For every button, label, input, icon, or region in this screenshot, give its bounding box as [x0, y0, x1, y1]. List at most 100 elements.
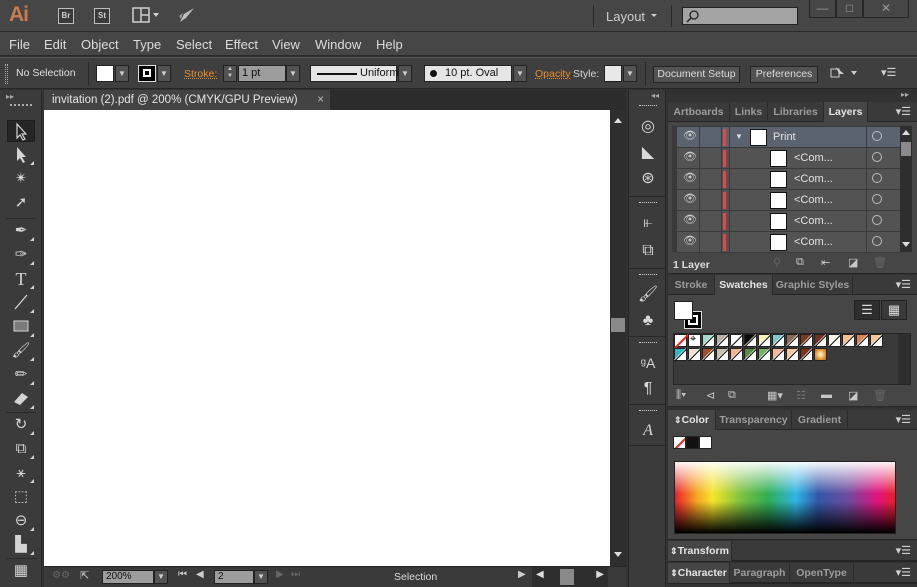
type-tool[interactable]: T — [7, 268, 35, 290]
layer-name[interactable]: <Com... — [794, 173, 833, 185]
magic-wand-tool[interactable]: ✴ — [7, 168, 35, 190]
menu-window[interactable]: Window — [315, 37, 361, 52]
scroll-left-arrow[interactable]: ◀ — [536, 569, 544, 580]
artboard-number-input[interactable]: 2 — [214, 570, 254, 584]
last-artboard-button[interactable]: ⏭ — [291, 569, 300, 580]
swatch[interactable] — [758, 334, 771, 347]
menu-view[interactable]: View — [272, 37, 300, 52]
tab-libraries[interactable]: Libraries — [768, 102, 824, 122]
scroll-thumb[interactable] — [611, 318, 625, 332]
stroke-color-swatch[interactable] — [138, 65, 156, 82]
selection-tool[interactable] — [7, 120, 35, 142]
pathfinder-icon[interactable]: ⧉ — [637, 240, 659, 262]
list-view-button[interactable]: ☰ — [854, 300, 880, 320]
swatch[interactable] — [744, 334, 757, 347]
lasso-tool[interactable]: ➚ — [7, 192, 35, 214]
preferences-button[interactable]: Preferences — [750, 66, 818, 83]
artboard-dropdown[interactable]: ▼ — [254, 570, 268, 584]
swatch[interactable] — [800, 348, 813, 361]
layer-name[interactable]: Print — [773, 131, 796, 143]
document-tab[interactable]: invitation (2).pdf @ 200% (CMYK/GPU Prev… — [44, 90, 330, 110]
tab-gradient[interactable]: Gradient — [792, 410, 848, 430]
swatch[interactable] — [786, 348, 799, 361]
swatch[interactable] — [674, 348, 687, 361]
color-panel-menu-icon[interactable]: ▾☰ — [896, 413, 911, 426]
swatch[interactable] — [856, 334, 869, 347]
swatch[interactable] — [758, 348, 771, 361]
show-swatch-kinds-icon[interactable]: ⊲ — [706, 389, 715, 402]
swatches-scrollbar[interactable] — [898, 334, 910, 384]
swatch[interactable] — [730, 334, 743, 347]
new-color-group-icon[interactable]: ▬ — [821, 389, 832, 401]
swatch[interactable] — [730, 348, 743, 361]
free-transform-tool[interactable]: ⬚ — [7, 486, 35, 508]
swatch[interactable] — [716, 334, 729, 347]
swatch[interactable] — [814, 334, 827, 347]
layers-scrollbar[interactable] — [900, 126, 912, 252]
edit-color-group-icon[interactable]: ☷ — [796, 389, 806, 402]
swatch-registration[interactable]: ⌖ — [688, 333, 701, 347]
clipping-mask-icon[interactable]: ⧉ — [796, 256, 804, 269]
delete-swatch-icon[interactable]: 🗑 — [873, 389, 887, 402]
status-menu-arrow[interactable]: ▶ — [518, 569, 526, 580]
line-tool[interactable] — [7, 292, 35, 314]
minimize-button[interactable]: — — [809, 0, 836, 18]
zoom-dropdown[interactable]: ▼ — [154, 570, 168, 584]
pen-tool[interactable]: ✒ — [7, 220, 35, 242]
tab-links[interactable]: Links — [730, 102, 768, 122]
swatch[interactable] — [842, 334, 855, 347]
scale-tool[interactable]: ⧉ — [7, 438, 35, 460]
swatch[interactable] — [828, 334, 841, 347]
menu-effect[interactable]: Effect — [225, 37, 258, 52]
swatch[interactable] — [744, 348, 757, 361]
puppet-warp-tool[interactable]: ⚹ — [7, 462, 35, 484]
layer-name[interactable]: <Com... — [794, 152, 833, 164]
new-sublayer-icon[interactable]: ⇤ — [821, 256, 830, 269]
layer-row[interactable]: 👁 <Com... — [677, 211, 900, 232]
control-bar-menu-icon[interactable]: ▾☰ — [881, 66, 896, 79]
menu-object[interactable]: Object — [81, 37, 119, 52]
profile-dropdown[interactable]: ▼ — [398, 65, 412, 82]
vertical-scrollbar[interactable] — [610, 110, 626, 566]
color-spectrum[interactable] — [674, 461, 896, 534]
tab-paragraph[interactable]: Paragraph — [730, 563, 790, 583]
layer-name[interactable]: <Com... — [794, 236, 833, 248]
document-setup-button[interactable]: Document Setup — [653, 66, 740, 83]
gradient-icon[interactable]: ◣ — [637, 142, 659, 164]
gpu-performance-button[interactable] — [176, 6, 196, 26]
swatch[interactable] — [786, 334, 799, 347]
close-document-button[interactable]: × — [317, 90, 324, 110]
tab-character[interactable]: ⇕Character — [668, 563, 730, 583]
bridge-button[interactable]: Br — [58, 8, 74, 24]
opacity-label[interactable]: Opacity — [535, 68, 571, 80]
expand-layer-icon[interactable]: ▼ — [735, 132, 743, 141]
layer-row[interactable]: 👁 <Com... — [677, 190, 900, 211]
mesh-tool[interactable]: ▦ — [7, 560, 35, 582]
swatch-gradient[interactable] — [814, 348, 827, 361]
curvature-tool[interactable]: ✑ — [7, 244, 35, 266]
artboard-canvas[interactable] — [44, 110, 610, 566]
layer-row[interactable]: 👁 <Com... — [677, 232, 900, 253]
layer-target-icon[interactable] — [872, 194, 882, 204]
fill-dropdown[interactable]: ▼ — [115, 65, 129, 82]
scroll-right-arrow[interactable]: ▶ — [596, 569, 604, 580]
stroke-weight-input[interactable]: 1 pt — [238, 65, 286, 82]
symbols-club-icon[interactable]: ♣ — [637, 310, 659, 332]
maximize-button[interactable]: □ — [836, 0, 863, 18]
brush-dropdown[interactable]: ▼ — [513, 65, 527, 82]
visibility-eye-icon[interactable]: 👁 — [681, 171, 699, 184]
character-panel-menu-icon[interactable]: ▾☰ — [896, 566, 911, 579]
tab-stroke[interactable]: Stroke — [668, 275, 715, 295]
control-bar-grip[interactable] — [5, 64, 8, 84]
swatch[interactable] — [716, 348, 729, 361]
fill-swatch-indicator[interactable] — [674, 301, 693, 320]
swatch[interactable] — [772, 334, 785, 347]
horizontal-scrollbar[interactable]: ◀ ▶ — [532, 567, 608, 587]
character-styles-icon[interactable]: ᵍA — [637, 352, 659, 374]
swatch[interactable] — [772, 348, 785, 361]
next-artboard-button[interactable]: ▶ — [276, 569, 284, 580]
isolate-selected-button[interactable] — [830, 66, 860, 82]
locate-object-icon[interactable]: ⚲ — [773, 256, 781, 269]
tab-transparency[interactable]: Transparency — [716, 410, 792, 430]
swatches-panel-menu-icon[interactable]: ▾☰ — [896, 278, 911, 291]
